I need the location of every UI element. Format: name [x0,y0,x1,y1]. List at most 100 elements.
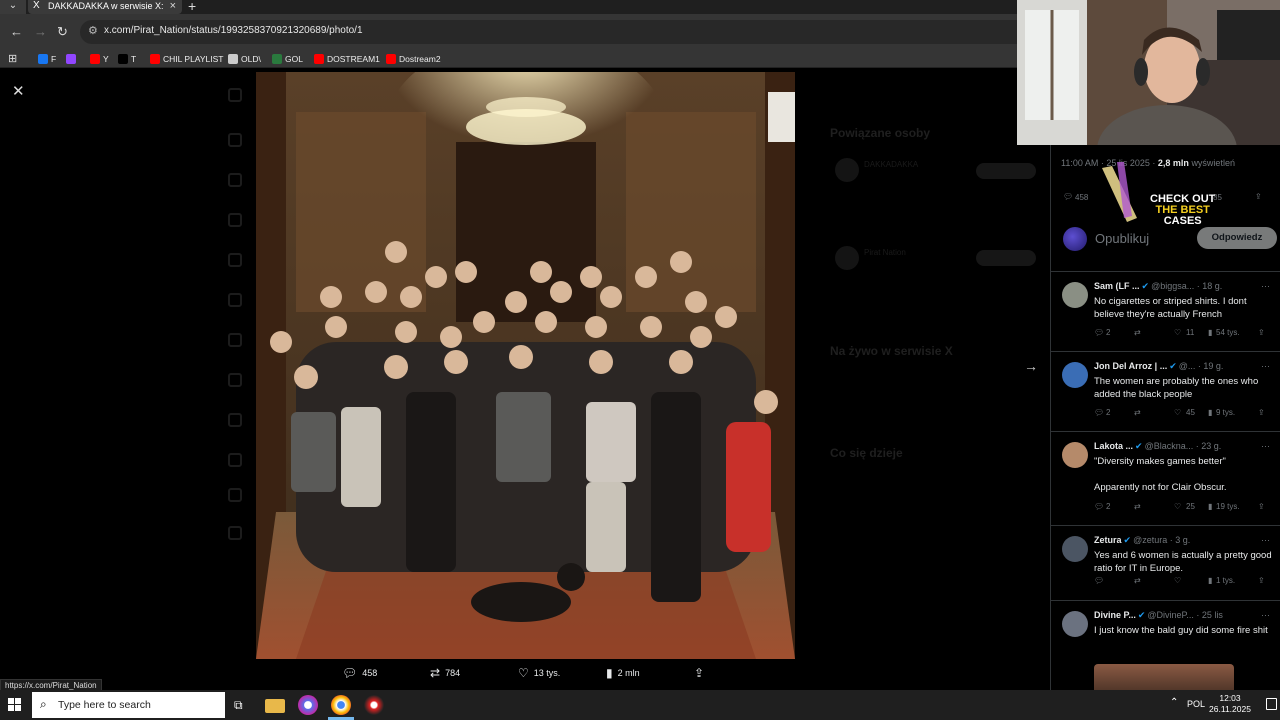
reply-icon[interactable]: 💬︎ [1094,408,1104,417]
more-options-icon[interactable]: ··· [1261,441,1270,451]
next-photo-arrow-icon[interactable]: → [1024,358,1038,374]
repost-icon[interactable]: ⇄ [1134,408,1141,417]
author-name[interactable]: Lakota ... [1094,441,1133,451]
bookmark-item[interactable]: F [38,52,56,66]
repost-icon[interactable]: ⇄ [1134,328,1141,337]
heart-icon[interactable]: ♡ [1174,408,1181,417]
bookmark-item[interactable]: DOSTREAM1 [314,52,380,66]
more-options-icon[interactable]: ··· [1261,361,1270,371]
reply-icon[interactable]: 💬︎ [1063,192,1073,201]
avatar[interactable] [1062,282,1088,308]
tab-search-dropdown[interactable]: ⌄ [0,0,26,14]
new-tab-button[interactable]: + [188,0,196,14]
repost-icon[interactable]: ⇄ [1134,576,1141,585]
views-chart-icon[interactable]: ▮ [1208,328,1212,337]
more-options-icon[interactable]: ··· [1261,610,1270,620]
file-explorer-icon[interactable] [265,699,285,713]
share-icon[interactable]: ⇪ [1258,328,1265,337]
author-name[interactable]: Divine P... [1094,610,1136,620]
like-count: 25 [1186,502,1195,511]
forward-icon[interactable]: → [34,24,47,39]
reply-tweet[interactable]: Sam (LF ... ✔ @biggsa... · 18 g. ··· No ciga… [1051,271,1280,351]
tweet-stats: 💬︎ ⇄ ♡ ▮ 1 tys. ⇪ [1094,576,1272,588]
author-handle[interactable]: @zetura · 3 g. [1133,535,1190,545]
more-options-icon[interactable]: ··· [1261,281,1270,291]
author-name[interactable]: Sam (LF ... [1094,281,1140,291]
reply-input[interactable]: Opublikuj [1095,231,1149,246]
reload-icon[interactable]: ↻ [57,24,68,40]
views-chart-icon[interactable]: ▮ [1208,576,1212,585]
repost-action[interactable]: ⇄ 784 [430,666,460,680]
share-action[interactable]: ⇪ [694,666,704,680]
author-handle[interactable]: @... · 19 g. [1179,361,1224,371]
bookmark-item[interactable]: T [118,52,136,66]
author-name[interactable]: Jon Del Arroz | ... [1094,361,1167,371]
more-options-icon[interactable]: ··· [1261,535,1270,545]
url-text: x.com/Pirat_Nation/status/19932583709213… [104,25,363,36]
avatar[interactable] [1062,442,1088,468]
avatar[interactable] [1062,362,1088,388]
page-viewport: ✕ Powiązane osoby DAKKADAKKA Pirat Natio… [0,68,1050,690]
bookmark-item[interactable]: Y [90,52,109,66]
tweet-photo[interactable] [256,72,795,659]
like-count: 11 [1186,328,1195,337]
views-chart-icon[interactable]: ▮ [1208,502,1212,511]
profile-name: DAKKADAKKA [864,160,919,169]
share-icon[interactable]: ⇪ [1258,408,1265,417]
view-count: 54 tys. [1216,328,1240,337]
taskbar-search[interactable]: ⌕ Type here to search [32,692,225,718]
back-icon[interactable]: ← [10,24,23,39]
bookmark-item[interactable] [66,52,79,66]
heart-icon[interactable]: ♡ [1174,328,1181,337]
avatar[interactable] [1062,611,1088,637]
windows-start-icon[interactable] [8,698,22,712]
site-info-icon[interactable]: ⚙ [88,24,98,37]
task-view-icon[interactable]: ⧉ [234,698,243,713]
apps-grid-icon[interactable]: ⊞ [8,52,17,65]
reply-icon[interactable]: 💬︎ [1094,328,1104,337]
search-icon: ⌕ [40,697,47,711]
reply-icon[interactable]: 💬︎ [1094,576,1104,585]
reply-icon[interactable]: 💬︎ [1094,502,1104,511]
verified-badge-icon: ✔ [1137,610,1146,620]
tweet-stats: 💬︎ 2 ⇄ ♡ 11 ▮ 54 tys. ⇪ [1094,328,1272,340]
chevron-up-icon[interactable]: ⌃ [1170,697,1178,708]
obs-icon[interactable] [364,695,384,715]
reply-action[interactable]: 💬︎ 458 [342,666,377,680]
close-icon[interactable]: ✕ [12,82,25,100]
author-handle[interactable]: @biggsa... · 18 g. [1151,281,1222,291]
avatar[interactable] [1062,536,1088,562]
tweet-text: No cigarettes or striped shirts. I dont … [1094,296,1247,320]
share-icon[interactable]: ⇪ [1258,576,1265,585]
bookmark-item[interactable]: OLD\ [228,52,261,66]
author-name[interactable]: Zetura [1094,535,1122,545]
views-chart-icon[interactable]: ▮ [1208,408,1212,417]
share-icon[interactable]: ⇪ [1255,192,1262,201]
author-handle[interactable]: @Blackna... · 23 g. [1145,441,1222,451]
author-handle[interactable]: @DivineP... · 25 lis [1147,610,1223,620]
reply-tweet[interactable]: Lakota ... ✔ @Blackna... · 23 g. ··· "Divers… [1051,431,1280,525]
reply-tweet[interactable]: Jon Del Arroz | ... ✔ @... · 19 g. ··· The w… [1051,351,1280,431]
reply-button[interactable]: Odpowiedz [1197,227,1277,249]
folder-icon [228,54,238,64]
like-action[interactable]: ♡ 13 tys. [518,666,560,680]
promo-line: CASES [1163,215,1202,227]
clock[interactable]: 12:03 26.11.2025 [1200,693,1260,715]
chrome-icon[interactable] [331,695,351,715]
notification-icon[interactable] [1266,698,1277,710]
bookmark-item[interactable]: CHIL PLAYLIST [150,52,223,66]
gol-icon [272,54,282,64]
bookmark-item[interactable]: Dostream2 [386,52,441,66]
twitch-icon [66,54,76,64]
reply-icon: 💬︎ [342,666,358,680]
views-action[interactable]: ▮ 2 mln [606,666,640,680]
repost-icon[interactable]: ⇄ [1134,502,1141,511]
browser-tab[interactable]: X DAKKADAKKA w serwisie X: „Se × [28,0,182,14]
heart-icon[interactable]: ♡ [1174,502,1181,511]
bookmark-item[interactable]: GOL [272,52,303,66]
share-icon[interactable]: ⇪ [1258,502,1265,511]
heart-icon[interactable]: ♡ [1174,576,1181,585]
chrome-dev-icon[interactable] [298,695,318,715]
reply-tweet[interactable]: Zetura ✔ @zetura · 3 g. ··· Yes and 6 women … [1051,525,1280,600]
close-tab-icon[interactable]: × [170,0,176,12]
